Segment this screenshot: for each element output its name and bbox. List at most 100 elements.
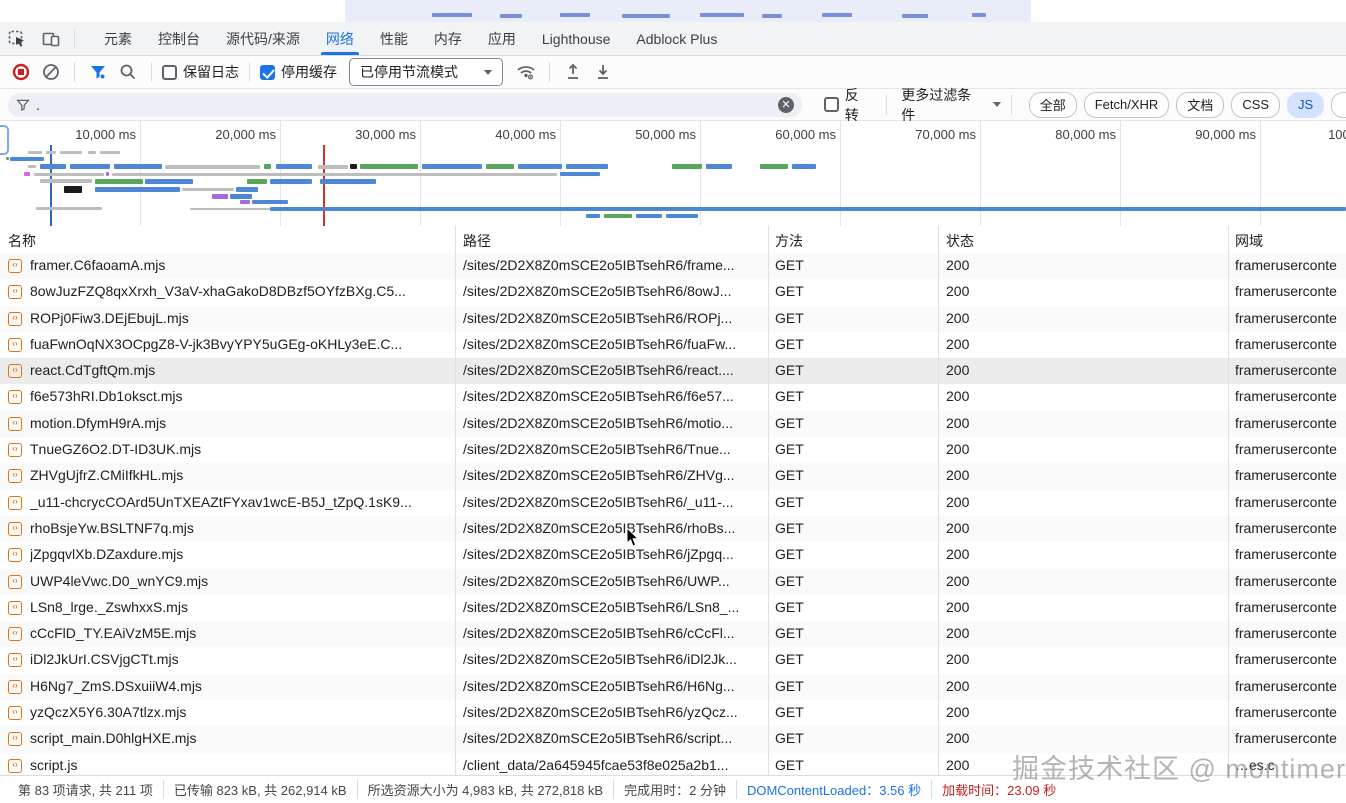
column-header-名称[interactable]: 名称 xyxy=(8,231,36,251)
column-divider[interactable] xyxy=(455,226,456,253)
request-method: GET xyxy=(775,546,804,562)
network-conditions-icon[interactable] xyxy=(513,59,539,85)
request-type-pill-cut[interactable] xyxy=(1331,92,1346,118)
table-row[interactable]: ‹›H6Ng7_ZmS.DSxuiiW4.mjs/sites/2D2X8Z0mS… xyxy=(0,674,1346,700)
preserve-log-checkbox[interactable]: 保留日志 xyxy=(162,62,239,82)
table-row[interactable]: ‹›jZpgqvlXb.DZaxdure.mjs/sites/2D2X8Z0mS… xyxy=(0,542,1346,568)
request-name: script_main.D0hlgHXE.mjs xyxy=(30,730,450,746)
checkbox-checked-icon[interactable] xyxy=(260,65,275,80)
table-row[interactable]: ‹›LSn8_lrge._ZswhxxS.mjs/sites/2D2X8Z0mS… xyxy=(0,595,1346,621)
table-row[interactable]: ‹›rhoBsjeYw.BSLTNF7q.mjs/sites/2D2X8Z0mS… xyxy=(0,516,1346,542)
request-type-pill-CSS[interactable]: CSS xyxy=(1231,92,1280,118)
request-type-pill-Fetch/XHR[interactable]: Fetch/XHR xyxy=(1084,92,1170,118)
table-row[interactable]: ‹›yzQczX5Y6.30A7tlzx.mjs/sites/2D2X8Z0mS… xyxy=(0,700,1346,726)
request-path: /sites/2D2X8Z0mSCE2o5IBTsehR6/_u11-... xyxy=(463,494,763,510)
timeline-tick-label: 40,000 ms xyxy=(446,127,556,142)
request-path: /sites/2D2X8Z0mSCE2o5IBTsehR6/script... xyxy=(463,730,763,746)
waterfall-bar xyxy=(28,151,42,154)
tab-Lighthouse[interactable]: Lighthouse xyxy=(529,22,624,55)
watermark: 掘金技术社区 @ montimer xyxy=(1012,747,1346,786)
inspect-element-icon[interactable] xyxy=(0,25,34,53)
table-row[interactable]: ‹›motion.DfymH9rA.mjs/sites/2D2X8Z0mSCE2… xyxy=(0,411,1346,437)
waterfall-bar xyxy=(114,164,162,169)
column-divider xyxy=(455,595,456,621)
column-divider xyxy=(1228,569,1229,595)
request-path: /sites/2D2X8Z0mSCE2o5IBTsehR6/f6e57... xyxy=(463,388,763,404)
table-row[interactable]: ‹›react.CdTgftQm.mjs/sites/2D2X8Z0mSCE2o… xyxy=(0,358,1346,384)
record-network-log-icon[interactable] xyxy=(8,59,34,85)
tab-应用[interactable]: 应用 xyxy=(475,22,529,55)
table-row[interactable]: ‹›f6e573hRI.Db1oksct.mjs/sites/2D2X8Z0mS… xyxy=(0,384,1346,410)
export-har-icon[interactable] xyxy=(590,59,616,85)
request-domain: frameruserconte xyxy=(1235,310,1346,326)
column-header-方法[interactable]: 方法 xyxy=(775,231,803,251)
clear-network-log-icon[interactable] xyxy=(38,59,64,85)
column-divider[interactable] xyxy=(1228,226,1229,253)
import-har-icon[interactable] xyxy=(560,59,586,85)
filter-icon[interactable] xyxy=(85,59,111,85)
request-type-pill-JS[interactable]: JS xyxy=(1287,92,1324,118)
table-row[interactable]: ‹›iDl2JkUrI.CSVjgCTt.mjs/sites/2D2X8Z0mS… xyxy=(0,647,1346,673)
table-row[interactable]: ‹›_u11-chcrycCOArd5UnTXEAZtFYxav1wcE-B5J… xyxy=(0,490,1346,516)
column-header-网域[interactable]: 网域 xyxy=(1235,231,1263,251)
request-status: 200 xyxy=(946,494,969,510)
clear-filter-icon[interactable]: ✕ xyxy=(778,97,794,113)
tab-控制台[interactable]: 控制台 xyxy=(145,22,213,55)
column-divider xyxy=(455,700,456,726)
search-icon[interactable] xyxy=(115,59,141,85)
column-header-状态[interactable]: 状态 xyxy=(946,231,974,251)
request-path: /sites/2D2X8Z0mSCE2o5IBTsehR6/Tnue... xyxy=(463,441,763,457)
throttling-value: 已停用节流模式 xyxy=(360,62,458,82)
column-divider xyxy=(1228,253,1229,279)
network-filter-bar: . ✕ 反转 更多过滤条件 全部Fetch/XHR文档CSSJS xyxy=(0,89,1346,121)
disable-cache-checkbox[interactable]: 停用缓存 xyxy=(260,62,337,82)
tab-内存[interactable]: 内存 xyxy=(421,22,475,55)
request-type-pill-全部[interactable]: 全部 xyxy=(1029,92,1077,118)
column-divider xyxy=(938,595,939,621)
device-toolbar-icon[interactable] xyxy=(34,25,68,53)
tab-Adblock-Plus[interactable]: Adblock Plus xyxy=(623,22,730,55)
column-divider xyxy=(938,674,939,700)
column-divider xyxy=(1228,437,1229,463)
script-file-icon: ‹› xyxy=(8,364,22,378)
tab-网络[interactable]: 网络 xyxy=(313,22,367,55)
column-divider xyxy=(1228,384,1229,410)
tab-性能[interactable]: 性能 xyxy=(367,22,421,55)
requests-table-header: 名称 路径 方法 状态 网域 xyxy=(0,226,1346,254)
request-domain: frameruserconte xyxy=(1235,388,1346,404)
request-method: GET xyxy=(775,415,804,431)
network-overview-timeline[interactable]: 10,000 ms20,000 ms30,000 ms40,000 ms50,0… xyxy=(0,121,1346,227)
column-divider xyxy=(768,384,769,410)
filter-input[interactable]: . ✕ xyxy=(8,93,802,117)
column-divider xyxy=(455,490,456,516)
table-row[interactable]: ‹›ZHVgUjfrZ.CMiIfkHL.mjs/sites/2D2X8Z0mS… xyxy=(0,463,1346,489)
column-divider[interactable] xyxy=(768,226,769,253)
table-row[interactable]: ‹›TnueGZ6O2.DT-ID3UK.mjs/sites/2D2X8Z0mS… xyxy=(0,437,1346,463)
column-divider xyxy=(938,569,939,595)
request-name: react.CdTgftQm.mjs xyxy=(30,362,450,378)
script-file-icon: ‹› xyxy=(8,706,22,720)
tab-元素[interactable]: 元素 xyxy=(91,22,145,55)
table-row[interactable]: ‹›ROPj0Fiw3.DEjEbujL.mjs/sites/2D2X8Z0mS… xyxy=(0,306,1346,332)
waterfall-bar xyxy=(106,172,109,176)
request-method: GET xyxy=(775,599,804,615)
checkbox-unchecked-icon[interactable] xyxy=(162,65,177,80)
table-row[interactable]: ‹›cCcFlD_TY.EAiVzM5E.mjs/sites/2D2X8Z0mS… xyxy=(0,621,1346,647)
checkbox-unchecked-icon[interactable] xyxy=(824,97,839,112)
request-domain: frameruserconte xyxy=(1235,415,1346,431)
invert-filter-checkbox[interactable]: 反转 xyxy=(824,85,872,125)
more-filters-dropdown[interactable]: 更多过滤条件 xyxy=(901,85,1000,125)
overview-drag-handle[interactable] xyxy=(0,125,9,155)
tab-源代码-来源[interactable]: 源代码/来源 xyxy=(213,22,313,55)
waterfall-bar xyxy=(320,179,376,184)
table-row[interactable]: ‹›8owJuzFZQ8qxXrxh_V3aV-xhaGakoD8DBzf5OY… xyxy=(0,279,1346,305)
request-path: /sites/2D2X8Z0mSCE2o5IBTsehR6/motio... xyxy=(463,415,763,431)
request-type-pill-文档[interactable]: 文档 xyxy=(1176,92,1224,118)
throttling-select[interactable]: 已停用节流模式 xyxy=(349,58,503,86)
column-divider xyxy=(768,279,769,305)
table-row[interactable]: ‹›UWP4leVwc.D0_wnYC9.mjs/sites/2D2X8Z0mS… xyxy=(0,569,1346,595)
column-divider[interactable] xyxy=(938,226,939,253)
column-header-路径[interactable]: 路径 xyxy=(463,231,491,251)
table-row[interactable]: ‹›framer.C6faoamA.mjs/sites/2D2X8Z0mSCE2… xyxy=(0,253,1346,279)
table-row[interactable]: ‹›fuaFwnOqNX3OCpgZ8-V-jk3BvyYPY5uGEg-oKH… xyxy=(0,332,1346,358)
